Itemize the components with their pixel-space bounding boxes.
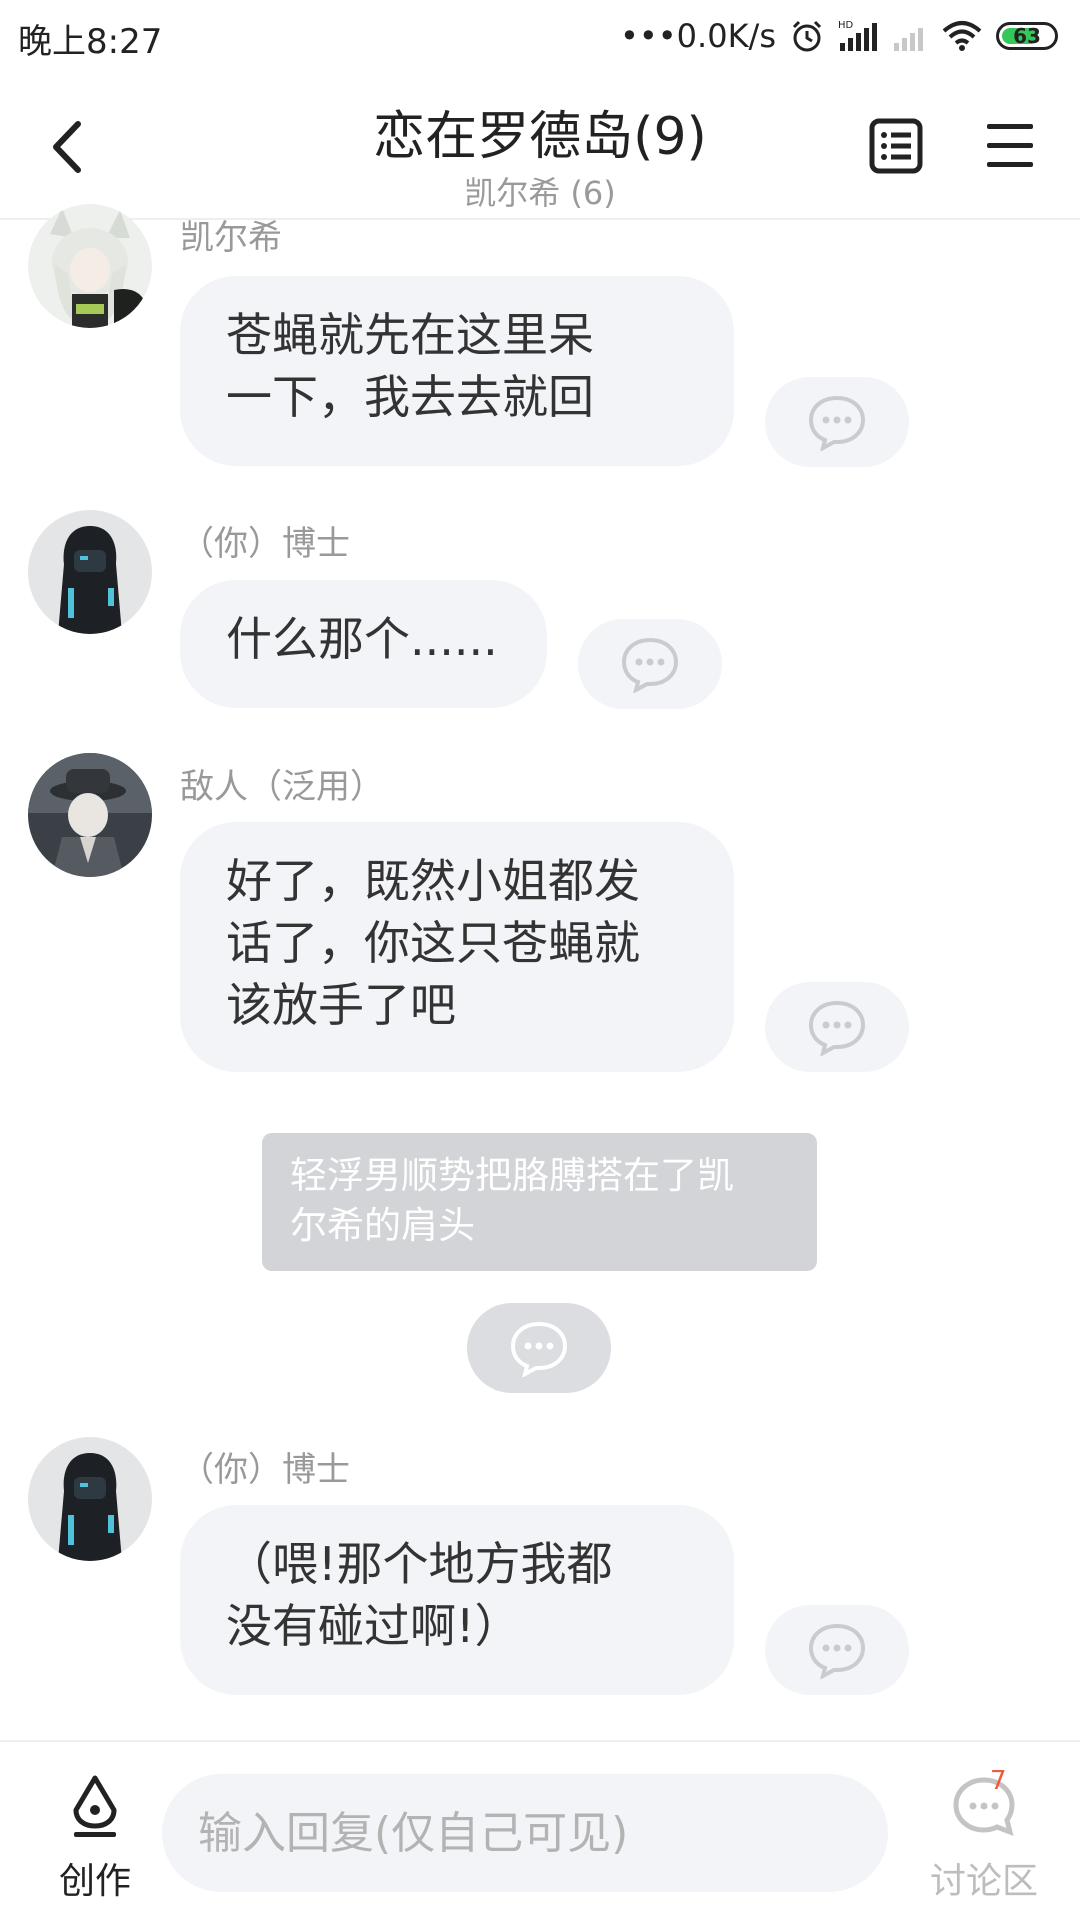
create-button[interactable]: 创作 xyxy=(40,1772,150,1912)
pen-nib-icon xyxy=(73,1775,117,1837)
comment-button[interactable] xyxy=(765,982,909,1072)
hamburger-menu-icon xyxy=(987,124,1033,167)
sender-name: （你）博士 xyxy=(180,1450,350,1490)
avatar[interactable] xyxy=(28,753,152,877)
discussion-count-badge: 7 xyxy=(990,1766,1007,1796)
chevron-left-icon xyxy=(53,121,81,173)
reply-input[interactable] xyxy=(162,1774,888,1892)
comment-button[interactable] xyxy=(765,377,909,467)
back-button[interactable] xyxy=(40,112,100,182)
discussion-button[interactable]: 7 讨论区 xyxy=(918,1766,1050,1912)
discussion-icon xyxy=(953,1777,1015,1837)
discussion-label: 讨论区 xyxy=(929,1861,1038,1902)
menu-button[interactable] xyxy=(980,116,1040,176)
signal-hd-icon: HD xyxy=(838,20,877,51)
alarm-icon xyxy=(792,20,822,52)
status-bar: 晚上8:27 •••0.0K/s HD 63 xyxy=(0,0,1080,72)
status-time: 晚上8:27 xyxy=(18,22,163,62)
battery-icon: 63 xyxy=(996,22,1058,50)
signal-weak-icon xyxy=(894,28,923,51)
message-bubble[interactable]: （喂!那个地方我都 没有碰过啊!） xyxy=(180,1505,734,1695)
bottom-bar: 创作 7 讨论区 xyxy=(0,1740,1080,1920)
comment-bubble-icon xyxy=(621,637,679,693)
message-bubble[interactable]: 好了，既然小姐都发 话了，你这只苍蝇就 该放手了吧 xyxy=(180,822,734,1072)
sender-name: 凯尔希 xyxy=(180,218,282,258)
avatar[interactable] xyxy=(28,510,152,634)
avatar[interactable] xyxy=(28,204,152,328)
avatar[interactable] xyxy=(28,1437,152,1561)
nav-bar: 恋在罗德岛(9) 凯尔希 (6) xyxy=(0,72,1080,220)
network-speed: •••0.0K/s xyxy=(620,17,776,55)
comment-bubble-icon xyxy=(808,1000,866,1056)
avatar-image xyxy=(28,1437,152,1561)
comment-bubble-icon xyxy=(808,395,866,451)
document-list-button[interactable] xyxy=(866,116,926,176)
comment-button[interactable] xyxy=(578,619,722,709)
message-bubble[interactable]: 苍蝇就先在这里呆 一下，我去去就回 xyxy=(180,276,734,466)
create-label: 创作 xyxy=(58,1861,131,1902)
avatar-image xyxy=(28,753,152,877)
document-list-icon xyxy=(869,118,923,174)
narration-comment-button[interactable] xyxy=(467,1303,611,1393)
battery-level: 63 xyxy=(1013,24,1041,48)
wifi-icon xyxy=(942,21,982,51)
comment-bubble-icon xyxy=(510,1321,568,1377)
avatar-image xyxy=(28,204,152,328)
sender-name: （你）博士 xyxy=(180,524,350,564)
svg-text:HD: HD xyxy=(838,20,854,31)
status-icons: •••0.0K/s HD 63 xyxy=(620,14,1058,58)
comment-button[interactable] xyxy=(765,1605,909,1695)
comment-bubble-icon xyxy=(808,1623,866,1679)
sender-name: 敌人（泛用） xyxy=(180,767,384,807)
narration-block[interactable]: 轻浮男顺势把胳膊搭在了凯 尔希的肩头 xyxy=(262,1133,817,1271)
message-bubble[interactable]: 什么那个...... xyxy=(180,580,547,708)
avatar-image xyxy=(28,510,152,634)
